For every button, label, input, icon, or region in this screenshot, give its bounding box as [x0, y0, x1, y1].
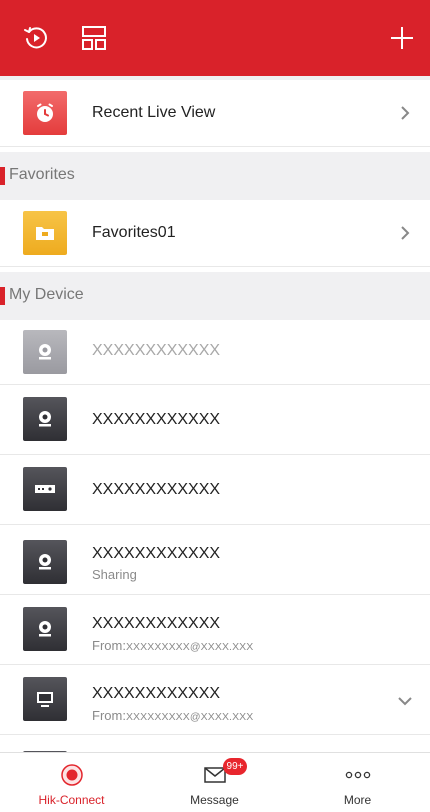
- chevron-right-icon: [397, 225, 413, 241]
- monitor-icon: [23, 677, 67, 721]
- tab-message[interactable]: 99+ Message: [143, 753, 286, 812]
- camera-icon: [23, 397, 67, 441]
- owner-email: XXXXXXXXX@XXXX.XXX: [125, 641, 254, 653]
- bottom-tab-bar: Hik-Connect 99+ Message More: [0, 752, 430, 812]
- folder-icon: [23, 211, 67, 255]
- my-device-section-title: My Device: [9, 286, 84, 303]
- recent-live-view-row[interactable]: Recent Live View: [0, 80, 430, 147]
- camera-icon: [23, 330, 67, 374]
- message-badge: 99+: [223, 758, 247, 775]
- device-owner: From:XXXXXXXXX@XXXX.XXX: [92, 638, 253, 653]
- owner-email: XXXXXXXXX@XXXX.XXX: [125, 711, 254, 723]
- device-row[interactable]: XXXXXXXXXXXX From:XXXXXXXXX@XXXX.XXX: [0, 595, 430, 665]
- device-row[interactable]: XXXXXXXXXXXX Sharing: [0, 525, 430, 595]
- tab-label: Message: [190, 793, 239, 807]
- favorites-section-header: Favorites: [0, 152, 430, 200]
- device-name: XXXXXXXXXXXX: [92, 615, 221, 632]
- chevron-right-icon: [397, 105, 413, 121]
- device-name: XXXXXXXXXXXX: [92, 411, 221, 428]
- device-name: XXXXXXXXXXXX: [92, 545, 221, 562]
- tab-hik-connect[interactable]: Hik-Connect: [0, 753, 143, 812]
- history-icon[interactable]: [20, 22, 52, 54]
- device-name: XXXXXXXXXXXX: [92, 342, 221, 359]
- more-dots-icon: [344, 763, 372, 787]
- tab-label: More: [343, 793, 372, 807]
- recorder-icon: [23, 467, 67, 511]
- device-name: XXXXXXXXXXXX: [92, 481, 221, 498]
- app-screen: Recent Live View Favorites Favorites01 M…: [0, 0, 430, 812]
- device-row[interactable]: XXXXXXXXXXXX: [0, 455, 430, 525]
- device-row[interactable]: XXXXXXXXXXXX: [0, 385, 430, 455]
- device-row[interactable]: XXXXXXXXXXXX From:XXXXXXXXX@XXXX.XXX: [0, 665, 430, 735]
- from-prefix: From:: [92, 708, 126, 723]
- recent-live-view-label: Recent Live View: [92, 104, 216, 121]
- favorites-item-row[interactable]: Favorites01: [0, 200, 430, 267]
- clock-icon: [23, 91, 67, 135]
- favorites-item-label: Favorites01: [92, 224, 176, 241]
- device-row[interactable]: XXXXXXXXXXXX: [0, 320, 430, 385]
- camera-icon: [23, 607, 67, 651]
- from-prefix: From:: [92, 638, 126, 653]
- camera-icon: [23, 540, 67, 584]
- tab-label: Hik-Connect: [38, 793, 105, 807]
- plus-icon[interactable]: [386, 22, 418, 54]
- device-name: XXXXXXXXXXXX: [92, 685, 221, 702]
- my-device-section-header: My Device: [0, 272, 430, 320]
- section-accent: [0, 287, 5, 305]
- chevron-down-icon[interactable]: [397, 693, 413, 709]
- favorites-section-title: Favorites: [9, 166, 75, 183]
- section-accent: [0, 167, 5, 185]
- layout-icon[interactable]: [78, 22, 110, 54]
- top-bar: [0, 0, 430, 76]
- device-owner: From:XXXXXXXXX@XXXX.XXX: [92, 708, 253, 723]
- device-status: Sharing: [92, 567, 137, 582]
- hik-connect-icon: [58, 763, 86, 787]
- tab-more[interactable]: More: [286, 753, 429, 812]
